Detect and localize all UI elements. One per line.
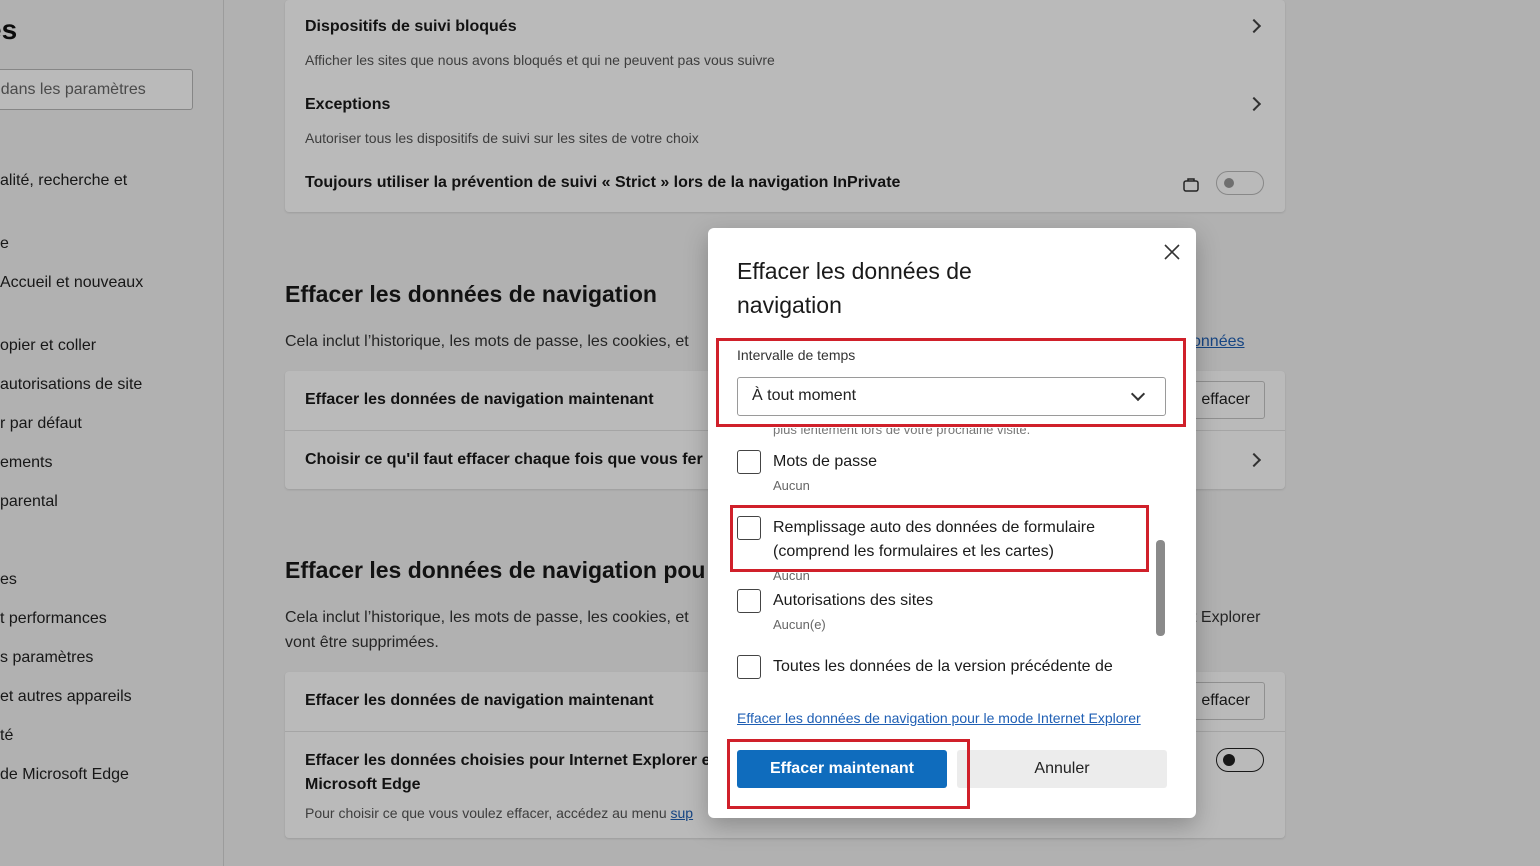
passwords-checkbox[interactable] [737,450,761,474]
ie-clear-link[interactable]: Effacer les données de navigation pour l… [737,706,1157,730]
legacy-data-label: Toutes les données de la version précéde… [773,658,1113,675]
dialog-title: Effacer les données de navigation [737,258,972,318]
close-button[interactable] [1160,240,1184,264]
time-range-select[interactable]: À tout moment [737,377,1166,416]
autofill-label: Remplissage auto des données de formulai… [773,519,1095,536]
cache-desc-partial: plus lentement lors de votre prochaine v… [773,428,1031,437]
autofill-sub: Aucun [773,568,810,583]
autofill-checkbox[interactable] [737,516,761,540]
passwords-label: Mots de passe [773,453,878,470]
site-permissions-label: Autorisations des sites [773,592,934,609]
site-permissions-checkbox[interactable] [737,589,761,613]
site-permissions-sub: Aucun(e) [773,617,826,632]
scrollbar-thumb[interactable] [1156,540,1165,636]
clear-browsing-data-dialog: Effacer les données de navigation Interv… [708,228,1196,818]
chevron-down-icon [1130,386,1146,402]
legacy-data-checkbox[interactable] [737,655,761,679]
time-range-value: À tout moment [752,387,857,404]
data-options-list[interactable]: plus lentement lors de votre prochaine v… [708,428,1178,690]
passwords-sub: Aucun [773,478,810,493]
close-icon [1164,244,1180,260]
autofill-label-line2: (comprend les formulaires et les cartes) [773,543,1054,560]
cancel-button[interactable]: Annuler [957,750,1167,788]
time-range-label: Intervalle de temps [737,347,856,363]
clear-now-button[interactable]: Effacer maintenant [737,750,947,788]
